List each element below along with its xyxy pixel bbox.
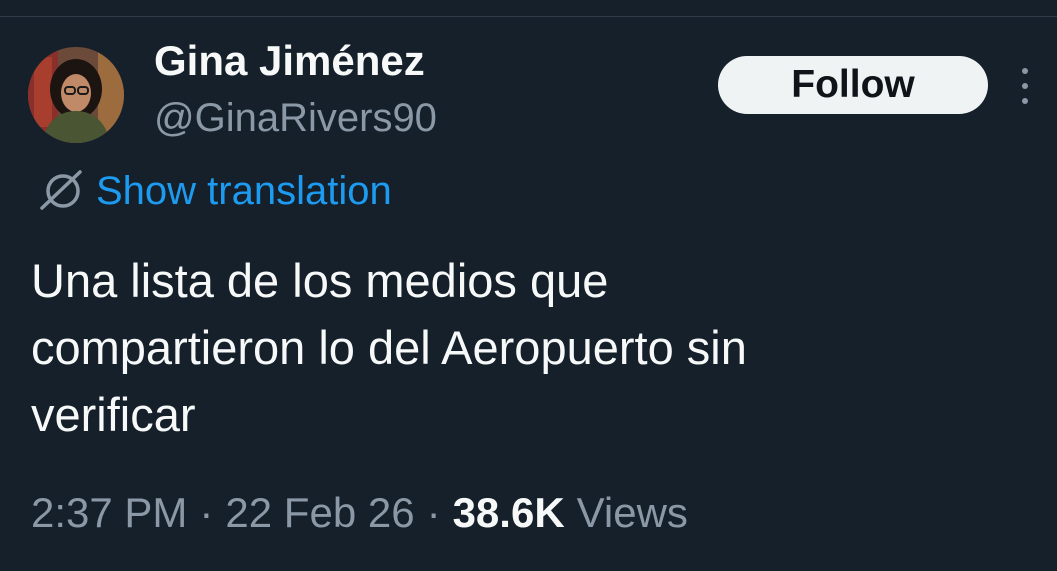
show-translation-link[interactable]: Show translation	[36, 163, 392, 219]
tweet-text: Una lista de los medios que compartieron…	[31, 254, 747, 441]
tweet: Gina Jiménez @GinaRivers90 Follow Show t…	[0, 0, 1057, 571]
tweet-meta: 2:37 PM · 22 Feb 26 · 38.6K Views	[31, 489, 688, 537]
show-translation-label: Show translation	[96, 168, 392, 213]
display-name[interactable]: Gina Jiménez	[154, 37, 425, 85]
globe-translate-icon	[40, 170, 82, 210]
views-count[interactable]: 38.6K	[453, 489, 565, 537]
meta-separator: ·	[199, 489, 214, 536]
tweet-date[interactable]: 22 Feb 26	[225, 489, 414, 537]
views-label: Views	[576, 489, 688, 536]
follow-button[interactable]: Follow	[718, 56, 988, 114]
more-vertical-icon[interactable]	[1012, 68, 1038, 104]
user-handle[interactable]: @GinaRivers90	[154, 96, 437, 141]
avatar[interactable]	[28, 47, 124, 143]
tweet-time[interactable]: 2:37 PM	[31, 489, 187, 537]
meta-separator: ·	[426, 489, 441, 536]
avatar-photo	[28, 47, 124, 143]
